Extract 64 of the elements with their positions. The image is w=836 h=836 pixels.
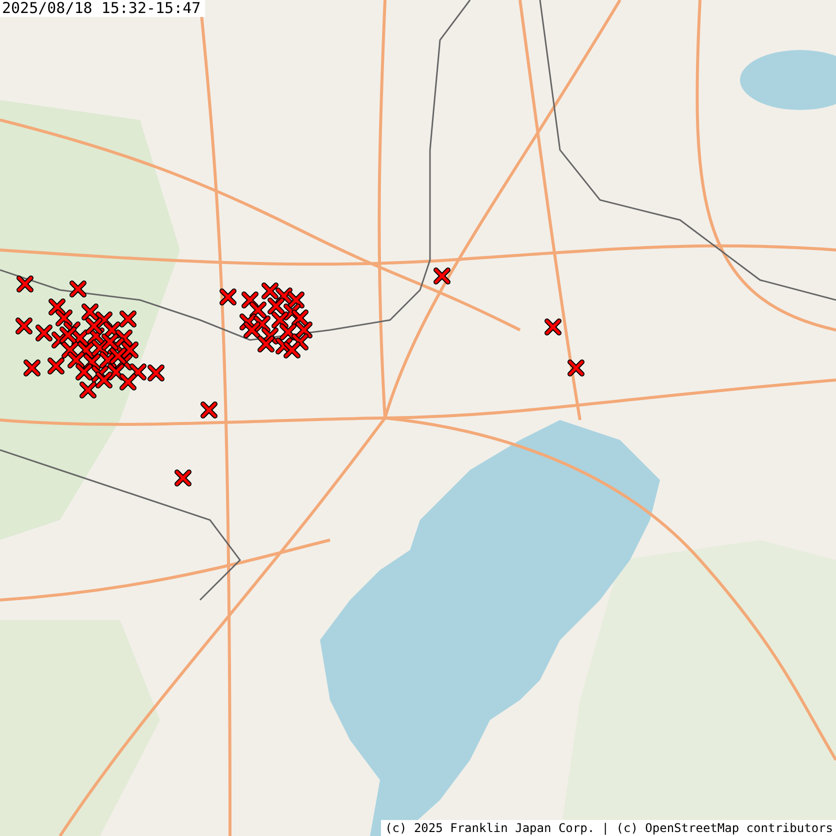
cross-marker-icon bbox=[110, 348, 126, 364]
cross-marker-icon bbox=[292, 310, 308, 326]
cross-marker-icon bbox=[68, 352, 84, 368]
cross-marker-icon bbox=[568, 360, 584, 376]
cross-marker-icon bbox=[544, 318, 562, 336]
cross-marker-icon bbox=[130, 364, 146, 380]
cross-marker-icon bbox=[36, 324, 52, 342]
cross-marker-icon bbox=[116, 354, 132, 370]
cross-marker-icon bbox=[104, 322, 120, 338]
cross-marker-icon bbox=[292, 334, 308, 350]
cross-marker-icon bbox=[258, 336, 274, 352]
cross-marker-icon bbox=[24, 360, 40, 376]
cross-marker-icon bbox=[84, 354, 100, 370]
cross-marker-icon bbox=[48, 358, 64, 374]
cross-marker-icon bbox=[108, 338, 124, 354]
cross-marker-icon bbox=[268, 298, 284, 314]
cross-marker-icon bbox=[242, 292, 258, 308]
cross-marker-icon bbox=[276, 338, 292, 354]
cross-marker-icon bbox=[52, 332, 68, 348]
cross-marker-icon bbox=[116, 330, 132, 346]
cross-marker-icon bbox=[120, 310, 136, 328]
cross-marker-icon bbox=[72, 330, 88, 346]
cross-marker-icon bbox=[288, 292, 304, 308]
cross-marker-icon bbox=[16, 318, 32, 334]
cross-marker-icon bbox=[102, 334, 118, 350]
map-attribution: (c) 2025 Franklin Japan Corp. | (c) OpenStreetMap contributors bbox=[381, 820, 836, 836]
cross-marker-icon bbox=[78, 342, 94, 358]
cross-marker-icon bbox=[262, 282, 278, 300]
cross-marker-icon bbox=[56, 310, 72, 326]
cross-marker-icon bbox=[272, 312, 288, 328]
cross-marker-icon bbox=[108, 364, 124, 380]
cross-marker-icon bbox=[284, 304, 300, 320]
cross-marker-icon bbox=[70, 280, 86, 298]
cross-marker-icon bbox=[120, 374, 136, 390]
cross-marker-icon bbox=[86, 318, 102, 334]
cross-marker-icon bbox=[92, 340, 108, 356]
cross-marker-icon bbox=[240, 314, 256, 330]
cross-marker-icon bbox=[276, 288, 292, 304]
cross-marker-icon bbox=[244, 322, 260, 338]
cross-marker-icon bbox=[96, 312, 112, 328]
cross-marker-icon bbox=[92, 366, 108, 382]
cross-marker-icon bbox=[148, 364, 164, 382]
cross-marker-icon bbox=[122, 342, 138, 358]
cross-marker-icon bbox=[262, 328, 278, 344]
cross-marker-icon bbox=[60, 326, 76, 344]
cross-marker-icon bbox=[100, 352, 116, 368]
cross-marker-icon bbox=[250, 302, 266, 318]
cross-marker-icon bbox=[48, 298, 66, 316]
cross-marker-icon bbox=[16, 276, 34, 292]
cross-marker-icon bbox=[200, 402, 218, 418]
cross-marker-icon bbox=[220, 288, 236, 306]
cross-marker-icon bbox=[80, 382, 96, 398]
cross-marker-icon bbox=[62, 342, 78, 358]
cross-marker-icon bbox=[296, 322, 312, 338]
cross-marker-icon bbox=[254, 316, 270, 332]
cross-marker-icon bbox=[96, 372, 112, 388]
cross-marker-icon bbox=[280, 324, 296, 340]
cross-marker-icon bbox=[434, 268, 450, 284]
cross-marker-icon bbox=[88, 328, 104, 344]
cross-marker-icon bbox=[284, 342, 300, 358]
time-range-title: 2025/08/18 15:32-15:47 bbox=[0, 0, 205, 17]
cross-marker-icon bbox=[82, 304, 98, 320]
cross-marker-icon bbox=[76, 364, 92, 380]
cross-marker-icon bbox=[174, 470, 192, 486]
